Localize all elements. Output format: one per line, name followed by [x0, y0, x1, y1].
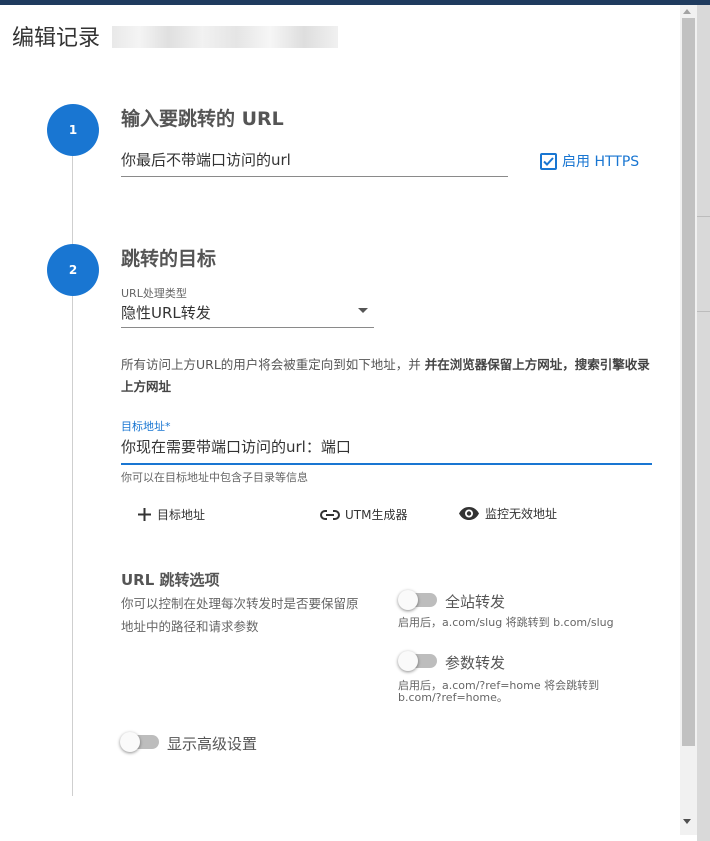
step-2-indicator: 2 [47, 244, 99, 296]
url-type-label: URL处理类型 [121, 287, 187, 300]
stepper-line [72, 130, 73, 796]
toggle-knob [120, 732, 140, 752]
advanced-settings-label: 显示高级设置 [167, 735, 258, 753]
advanced-settings-toggle[interactable] [120, 732, 159, 752]
background-header-band [697, 0, 710, 5]
link-icon [320, 509, 340, 520]
source-url-input[interactable]: 你最后不带端口访问的url [121, 149, 508, 177]
background-page [697, 0, 710, 841]
scroll-up-arrow-icon[interactable] [683, 9, 691, 14]
step-2-number: 2 [68, 263, 78, 277]
scrollbar-thumb[interactable] [682, 18, 695, 746]
url-type-value: 隐性URL转发 [121, 304, 211, 322]
eye-icon [459, 507, 479, 520]
target-url-hint: 你可以在目标地址中包含子目录等信息 [121, 471, 308, 484]
redirect-description: 所有访问上方URL的用户将会被重定向到如下地址，并 并在浏览器保留上方网址，搜索… [121, 354, 651, 398]
monitor-invalid-label: 监控无效地址 [485, 507, 558, 521]
add-target-label: 目标地址 [157, 508, 206, 522]
background-divider [697, 311, 710, 312]
step-1-indicator: 1 [47, 104, 99, 156]
step-1-number: 1 [68, 123, 78, 137]
add-target-button[interactable]: 目标地址 [137, 506, 205, 523]
utm-builder-button[interactable]: UTM生成器 [320, 506, 407, 523]
site-forward-label: 全站转发 [445, 593, 506, 611]
dialog-title-text: 编辑记录 [12, 26, 101, 51]
redirect-options-description: 你可以控制在处理每次转发时是否要保留原地址中的路径和请求参数 [121, 596, 359, 634]
param-forward-hint-line2: b.com/?ref=home。 [398, 691, 508, 704]
background-divider [697, 216, 710, 217]
plus-icon [138, 508, 151, 521]
site-forward-toggle[interactable] [398, 590, 437, 610]
target-url-input[interactable]: 你现在需要带端口访问的url：端口 [121, 436, 652, 465]
scroll-down-arrow-icon[interactable] [683, 819, 691, 824]
redirect-description-text: 所有访问上方URL的用户将会被重定向到如下地址，并 [121, 357, 425, 372]
https-checkbox[interactable]: 启用 HTTPS [540, 151, 639, 171]
toggle-knob [398, 651, 418, 671]
url-type-select[interactable]: 隐性URL转发 [121, 302, 374, 328]
step-2-title: 跳转的目标 [121, 248, 217, 270]
redacted-title-part [112, 26, 338, 48]
edit-record-dialog [0, 5, 680, 841]
dialog-title: 编辑记录 [12, 20, 100, 52]
target-url-value: 你现在需要带端口访问的url：端口 [121, 438, 351, 456]
target-url-label: 目标地址* [121, 420, 171, 433]
https-label: 启用 HTTPS [562, 154, 640, 170]
param-forward-label: 参数转发 [445, 654, 506, 672]
toggle-knob [398, 590, 418, 610]
redirect-options-title: URL 跳转选项 [121, 571, 220, 589]
dropdown-arrow-icon [358, 308, 368, 313]
utm-builder-label: UTM生成器 [345, 508, 408, 522]
monitor-invalid-button[interactable]: 监控无效地址 [458, 505, 557, 522]
source-url-value: 你最后不带端口访问的url [121, 151, 291, 169]
site-forward-hint: 启用后，a.com/slug 将跳转到 b.com/slug [398, 616, 614, 629]
checkbox-checked-icon [540, 152, 557, 170]
step-1-title: 输入要跳转的 URL [121, 108, 284, 130]
param-forward-toggle[interactable] [398, 651, 437, 671]
